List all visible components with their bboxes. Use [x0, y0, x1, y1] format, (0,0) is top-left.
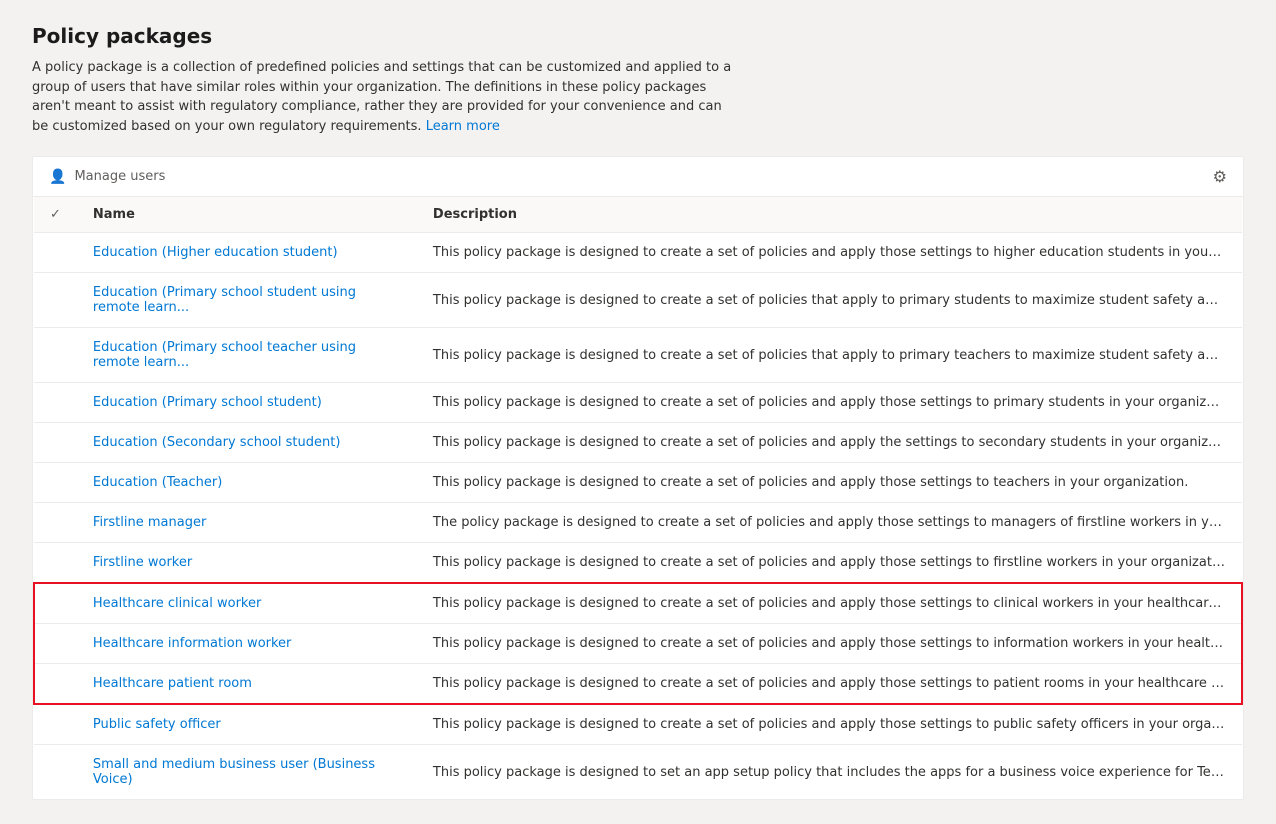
row-description-cell: This policy package is designed to creat… [417, 463, 1242, 503]
row-description-cell: This policy package is designed to creat… [417, 273, 1242, 328]
table-row: Healthcare information worker This policy… [34, 624, 1242, 664]
check-icon: ✓ [50, 207, 61, 222]
row-name-cell: Education (Higher education student) [77, 233, 417, 273]
row-name-link[interactable]: Healthcare information worker [93, 636, 292, 651]
policy-table: ✓ Name Description Education (Higher edu… [33, 197, 1243, 799]
manage-users-label: Manage users [74, 169, 165, 184]
row-description-cell: This policy package is designed to creat… [417, 704, 1242, 745]
row-check-cell [34, 664, 77, 705]
table-row: Education (Secondary school student) This… [34, 423, 1242, 463]
row-check-cell [34, 423, 77, 463]
toolbar-right: ⚙ [1213, 167, 1227, 186]
page-title: Policy packages [32, 24, 1244, 48]
row-check-cell [34, 383, 77, 423]
row-name-link[interactable]: Education (Higher education student) [93, 245, 338, 260]
row-name-link[interactable]: Education (Teacher) [93, 475, 222, 490]
table-row: Firstline worker This policy package is d… [34, 543, 1242, 584]
row-check-cell [34, 745, 77, 800]
row-name-link[interactable]: Education (Primary school teacher using … [93, 340, 356, 370]
row-check-cell [34, 503, 77, 543]
row-name-cell: Healthcare patient room [77, 664, 417, 705]
row-description-cell: This policy package is designed to creat… [417, 233, 1242, 273]
row-name-link[interactable]: Education (Secondary school student) [93, 435, 340, 450]
row-name-link[interactable]: Firstline manager [93, 515, 206, 530]
table-row: Education (Primary school teacher using … [34, 328, 1242, 383]
row-name-cell: Education (Teacher) [77, 463, 417, 503]
row-description-cell: This policy package is designed to creat… [417, 423, 1242, 463]
row-check-cell [34, 273, 77, 328]
row-name-cell: Small and medium business user (Business… [77, 745, 417, 800]
row-name-cell: Healthcare information worker [77, 624, 417, 664]
row-name-cell: Education (Primary school teacher using … [77, 328, 417, 383]
manage-users-icon: 👤 [49, 169, 66, 185]
row-check-cell [34, 543, 77, 584]
row-name-cell: Public safety officer [77, 704, 417, 745]
table-row: Healthcare clinical worker This policy pa… [34, 583, 1242, 624]
row-name-link[interactable]: Small and medium business user (Business… [93, 757, 375, 787]
settings-icon[interactable]: ⚙ [1213, 167, 1227, 186]
row-check-cell [34, 704, 77, 745]
col-check: ✓ [34, 197, 77, 233]
table-row: Education (Higher education student) This… [34, 233, 1242, 273]
row-name-link[interactable]: Healthcare clinical worker [93, 596, 261, 611]
row-name-link[interactable]: Education (Primary school student) [93, 395, 322, 410]
row-description-cell: The policy package is designed to create… [417, 503, 1242, 543]
row-description-cell: This policy package is designed to set a… [417, 745, 1242, 800]
page-description: A policy package is a collection of pred… [32, 58, 732, 136]
table-container: 👤 Manage users ⚙ ✓ Name Description Educ… [32, 156, 1244, 800]
row-name-cell: Education (Primary school student) [77, 383, 417, 423]
row-description-cell: This policy package is designed to creat… [417, 328, 1242, 383]
col-description: Description [417, 197, 1242, 233]
row-check-cell [34, 624, 77, 664]
row-description-cell: This policy package is designed to creat… [417, 543, 1242, 584]
row-name-cell: Education (Primary school student using … [77, 273, 417, 328]
toolbar-left: 👤 Manage users [49, 169, 165, 185]
table-row: Education (Primary school student) This p… [34, 383, 1242, 423]
col-name: Name [77, 197, 417, 233]
table-body: Education (Higher education student) This… [34, 233, 1242, 800]
table-row: Education (Teacher) This policy package i… [34, 463, 1242, 503]
row-description-cell: This policy package is designed to creat… [417, 383, 1242, 423]
row-check-cell [34, 233, 77, 273]
row-description-cell: This policy package is designed to creat… [417, 624, 1242, 664]
row-name-cell: Healthcare clinical worker [77, 583, 417, 624]
table-row: Public safety officer This policy package… [34, 704, 1242, 745]
row-name-link[interactable]: Firstline worker [93, 555, 192, 570]
row-check-cell [34, 328, 77, 383]
row-name-cell: Firstline manager [77, 503, 417, 543]
table-row: Education (Primary school student using … [34, 273, 1242, 328]
learn-more-link[interactable]: Learn more [426, 119, 500, 134]
table-row: Small and medium business user (Business… [34, 745, 1242, 800]
row-name-link[interactable]: Education (Primary school student using … [93, 285, 356, 315]
table-header-row: ✓ Name Description [34, 197, 1242, 233]
row-description-cell: This policy package is designed to creat… [417, 664, 1242, 705]
table-row: Healthcare patient room This policy packa… [34, 664, 1242, 705]
toolbar: 👤 Manage users ⚙ [33, 157, 1243, 197]
table-row: Firstline manager The policy package is d… [34, 503, 1242, 543]
row-name-cell: Education (Secondary school student) [77, 423, 417, 463]
row-check-cell [34, 463, 77, 503]
row-name-cell: Firstline worker [77, 543, 417, 584]
page-container: Policy packages A policy package is a co… [0, 0, 1276, 824]
row-description-cell: This policy package is designed to creat… [417, 583, 1242, 624]
row-check-cell [34, 583, 77, 624]
row-name-link[interactable]: Healthcare patient room [93, 676, 252, 691]
row-name-link[interactable]: Public safety officer [93, 717, 221, 732]
